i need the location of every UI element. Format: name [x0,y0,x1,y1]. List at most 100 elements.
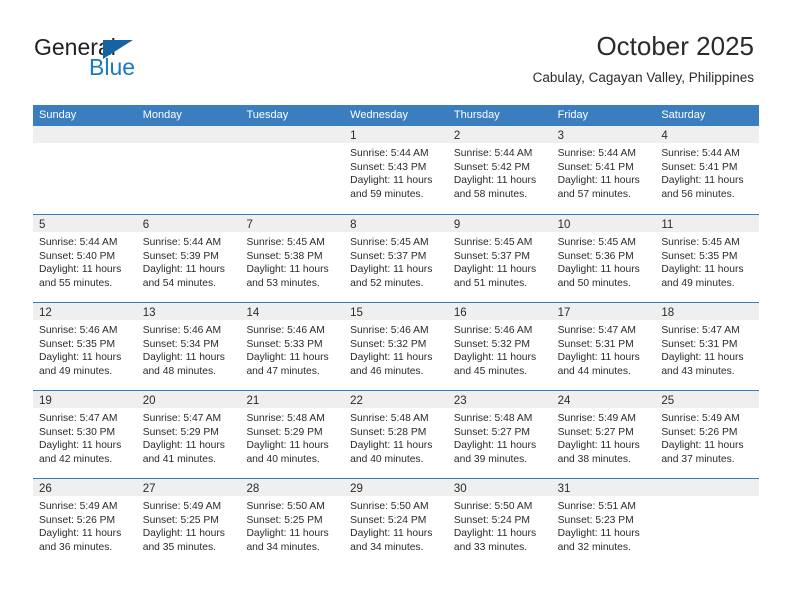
sunrise-time: Sunrise: 5:47 AM [142,413,222,424]
daylight-duration: Daylight: 11 hours and 43 minutes. [661,352,744,377]
day-cell[interactable]: 18 Sunrise: 5:47 AM Sunset: 5:31 PM Dayligh… [655,303,760,390]
day-number-band: 2 [447,126,552,143]
day-cell[interactable]: 25 Sunrise: 5:49 AM Sunset: 5:26 PM Dayligh… [655,391,760,478]
day-details: Sunrise: 5:49 AM Sunset: 5:25 PM Daylight:… [137,496,241,554]
day-cell[interactable]: 20 Sunrise: 5:47 AM Sunset: 5:29 PM Dayligh… [136,391,241,478]
day-cell[interactable]: 26 Sunrise: 5:49 AM Sunset: 5:26 PM Dayligh… [33,479,137,566]
day-number: 4 [661,130,668,142]
day-cell[interactable]: 12 Sunrise: 5:46 AM Sunset: 5:35 PM Dayligh… [33,303,137,390]
day-cell[interactable]: 17 Sunrise: 5:47 AM Sunset: 5:31 PM Dayligh… [551,303,656,390]
sunrise-time: Sunrise: 5:49 AM [39,501,118,512]
day-number-band: 23 [447,391,552,408]
day-cell[interactable]: 28 Sunrise: 5:50 AM Sunset: 5:25 PM Dayligh… [240,479,345,566]
sunrise-time: Sunrise: 5:44 AM [661,148,740,159]
brand-logo[interactable]: General Blue [34,34,264,86]
day-cell[interactable]: 10 Sunrise: 5:45 AM Sunset: 5:36 PM Dayligh… [551,215,656,302]
day-cell[interactable]: 27 Sunrise: 5:49 AM Sunset: 5:25 PM Dayligh… [136,479,241,566]
day-cell[interactable]: 21 Sunrise: 5:48 AM Sunset: 5:29 PM Dayligh… [240,391,345,478]
day-cell[interactable]: 14 Sunrise: 5:46 AM Sunset: 5:33 PM Dayligh… [240,303,345,390]
day-details: Sunrise: 5:49 AM Sunset: 5:27 PM Daylight:… [552,408,656,466]
day-details: Sunrise: 5:47 AM Sunset: 5:31 PM Daylight:… [655,320,759,378]
sunrise-time: Sunrise: 5:50 AM [246,501,325,512]
day-number-band: 10 [551,215,656,232]
day-number-band: 30 [447,479,552,496]
day-number-band: 27 [136,479,241,496]
day-details: Sunrise: 5:47 AM Sunset: 5:30 PM Daylight:… [33,408,137,466]
day-details: Sunrise: 5:45 AM Sunset: 5:37 PM Daylight:… [448,232,552,290]
day-cell[interactable]: 15 Sunrise: 5:46 AM Sunset: 5:32 PM Dayligh… [344,303,448,390]
day-cell[interactable]: 24 Sunrise: 5:49 AM Sunset: 5:27 PM Dayligh… [551,391,656,478]
day-details: Sunrise: 5:45 AM Sunset: 5:38 PM Daylight:… [240,232,344,290]
sunrise-time: Sunrise: 5:50 AM [453,501,533,512]
daylight-duration: Daylight: 11 hours and 40 minutes. [246,440,329,465]
daylight-duration: Daylight: 11 hours and 58 minutes. [453,175,537,200]
daylight-duration: Daylight: 11 hours and 40 minutes. [350,440,433,465]
daylight-duration: Daylight: 11 hours and 33 minutes. [453,528,537,553]
day-cell[interactable]: 2 Sunrise: 5:44 AM Sunset: 5:42 PM Daylight… [447,126,552,214]
day-cell[interactable]: 13 Sunrise: 5:46 AM Sunset: 5:34 PM Dayligh… [136,303,241,390]
day-number-band: 4 [655,126,760,143]
day-cell[interactable]: 8 Sunrise: 5:45 AM Sunset: 5:37 PM Daylight… [344,215,448,302]
daylight-duration: Daylight: 11 hours and 49 minutes. [661,264,744,289]
sunset-time: Sunset: 5:35 PM [39,338,116,350]
day-number: 3 [557,130,564,142]
day-number-band [240,126,345,143]
day-cell[interactable]: 6 Sunrise: 5:44 AM Sunset: 5:39 PM Daylight… [136,215,241,302]
sunrise-time: Sunrise: 5:45 AM [246,237,325,248]
day-details: Sunrise: 5:48 AM Sunset: 5:27 PM Daylight:… [448,408,552,466]
day-cell[interactable]: 16 Sunrise: 5:46 AM Sunset: 5:32 PM Dayligh… [447,303,552,390]
day-cell[interactable]: 23 Sunrise: 5:48 AM Sunset: 5:27 PM Dayligh… [447,391,552,478]
sunrise-time: Sunrise: 5:51 AM [557,501,637,512]
day-cell[interactable]: 31 Sunrise: 5:51 AM Sunset: 5:23 PM Dayligh… [551,479,656,566]
day-number: 21 [246,395,260,407]
week-row: 12 Sunrise: 5:46 AM Sunset: 5:35 PM Dayligh… [33,302,760,390]
weekday-header-tuesday: Tuesday [246,109,289,121]
day-cell[interactable]: 7 Sunrise: 5:45 AM Sunset: 5:38 PM Daylight… [240,215,345,302]
day-number-band: 25 [655,391,760,408]
daylight-duration: Daylight: 11 hours and 57 minutes. [557,175,640,200]
sunrise-time: Sunrise: 5:48 AM [246,413,325,424]
week-row: 1 Sunrise: 5:44 AM Sunset: 5:43 PM Daylight… [33,126,760,214]
daylight-duration: Daylight: 11 hours and 39 minutes. [453,440,537,465]
sunrise-time: Sunrise: 5:46 AM [246,325,325,336]
day-cell[interactable]: 4 Sunrise: 5:44 AM Sunset: 5:41 PM Daylight… [655,126,760,214]
day-number-band: 14 [240,303,345,320]
sunrise-time: Sunrise: 5:44 AM [142,237,222,248]
day-details: Sunrise: 5:46 AM Sunset: 5:35 PM Daylight:… [33,320,137,378]
day-number: 31 [557,483,571,495]
daylight-duration: Daylight: 11 hours and 35 minutes. [142,528,225,553]
daylight-duration: Daylight: 11 hours and 32 minutes. [557,528,640,553]
day-number: 19 [39,395,52,407]
day-details: Sunrise: 5:44 AM Sunset: 5:41 PM Daylight:… [552,143,656,201]
day-cell[interactable]: 29 Sunrise: 5:50 AM Sunset: 5:24 PM Dayligh… [344,479,448,566]
day-cell[interactable]: 1 Sunrise: 5:44 AM Sunset: 5:43 PM Daylight… [344,126,448,214]
day-cell[interactable]: 5 Sunrise: 5:44 AM Sunset: 5:40 PM Daylight… [33,215,137,302]
day-number: 18 [661,307,675,319]
day-number-band: 24 [551,391,656,408]
day-number-band: 11 [655,215,760,232]
day-cell[interactable]: 19 Sunrise: 5:47 AM Sunset: 5:30 PM Dayligh… [33,391,137,478]
day-cell[interactable]: 3 Sunrise: 5:44 AM Sunset: 5:41 PM Daylight… [551,126,656,214]
week-row: 5 Sunrise: 5:44 AM Sunset: 5:40 PM Daylight… [33,214,760,302]
day-cell[interactable]: 11 Sunrise: 5:45 AM Sunset: 5:35 PM Dayligh… [655,215,760,302]
day-number: 17 [557,307,571,319]
daylight-duration: Daylight: 11 hours and 59 minutes. [350,175,433,200]
day-number-band: 20 [136,391,241,408]
sunset-time: Sunset: 5:37 PM [453,250,531,262]
sunset-time: Sunset: 5:32 PM [350,338,427,350]
day-number-band: 9 [447,215,552,232]
page-header: General Blue October 2025 Cabulay, Cagay… [0,0,792,100]
day-number-band: 22 [344,391,448,408]
day-details: Sunrise: 5:51 AM Sunset: 5:23 PM Daylight:… [552,496,656,554]
day-cell[interactable]: 9 Sunrise: 5:45 AM Sunset: 5:37 PM Daylight… [447,215,552,302]
day-number-band: 15 [344,303,448,320]
daylight-duration: Daylight: 11 hours and 42 minutes. [39,440,122,465]
weekday-header-sunday: Sunday [39,109,77,121]
day-cell[interactable]: 22 Sunrise: 5:48 AM Sunset: 5:28 PM Dayligh… [344,391,448,478]
day-cell[interactable]: 30 Sunrise: 5:50 AM Sunset: 5:24 PM Dayligh… [447,479,552,566]
day-number: 30 [453,483,467,495]
sunrise-time: Sunrise: 5:49 AM [142,501,222,512]
daylight-duration: Daylight: 11 hours and 41 minutes. [142,440,225,465]
calendar-page: General Blue October 2025 Cabulay, Cagay… [0,0,792,612]
day-number-band: 28 [240,479,345,496]
